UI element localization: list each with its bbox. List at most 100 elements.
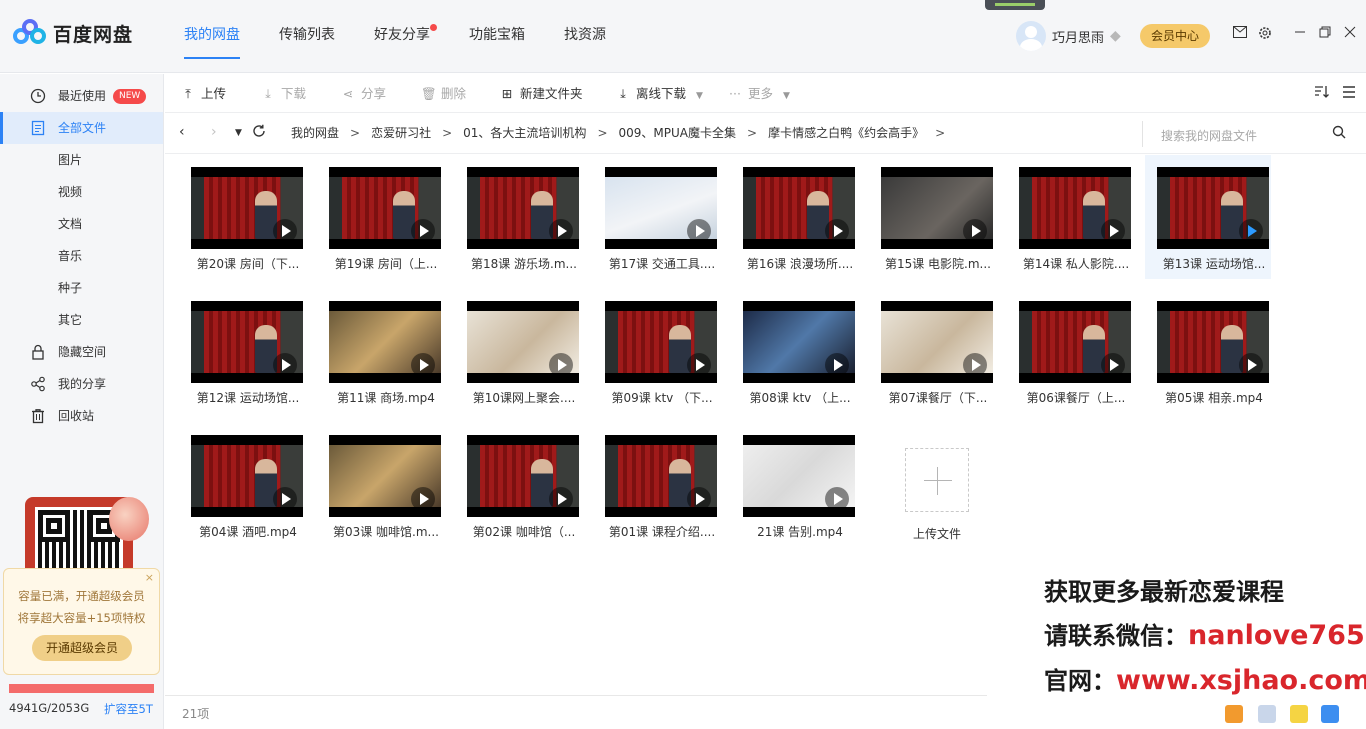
button-label: 新建文件夹 (520, 86, 583, 101)
file-item[interactable]: 第19课 房间（上... (317, 155, 443, 279)
tab-label: 我的网盘 (184, 27, 240, 43)
file-name: 第10课网上聚会.... (472, 391, 576, 405)
tab-transfer-list[interactable]: 传输列表 (279, 0, 335, 73)
video-thumbnail (1019, 167, 1131, 249)
file-item[interactable]: 第02课 咖啡馆（... (455, 423, 581, 547)
file-item[interactable]: 第09课 ktv （下... (593, 289, 719, 413)
breadcrumb-item[interactable]: 01、各大主流培训机构 (463, 126, 586, 140)
tab-toolbox[interactable]: 功能宝箱 (469, 0, 525, 73)
vip-center-button[interactable]: 会员中心 (1140, 24, 1210, 48)
close-icon[interactable]: × (145, 571, 154, 584)
file-item[interactable]: 第06课餐厅（上... (1007, 289, 1133, 413)
download-icon: ⤓ (265, 86, 271, 101)
file-item[interactable]: 第20课 房间（下... (179, 155, 305, 279)
file-name: 21课 告别.mp4 (757, 525, 843, 539)
file-item[interactable]: 第10课网上聚会.... (455, 289, 581, 413)
chevron-down-icon: ▼ (696, 91, 703, 101)
sidebar-item-label: 视频 (58, 185, 83, 199)
tab-my-netdisk[interactable]: 我的网盘 (184, 0, 240, 73)
file-item[interactable]: 第07课餐厅（下... (869, 289, 995, 413)
play-icon (1239, 219, 1263, 243)
file-item[interactable]: 第08课 ktv （上... (731, 289, 857, 413)
sidebar-item-recent[interactable]: 最近使用 NEW (0, 80, 163, 112)
app-logo: 百度网盘 (13, 18, 133, 48)
breadcrumb-item[interactable]: 摩卡情感之白鸭《约会高手》 (768, 126, 924, 140)
open-super-vip-button[interactable]: 开通超级会员 (32, 635, 132, 661)
sidebar-item-label: 图片 (58, 153, 83, 167)
share-button[interactable]: ⋖ 分享 (341, 74, 386, 113)
video-thumbnail (1019, 301, 1131, 383)
settings-gear-icon[interactable] (1257, 26, 1273, 42)
file-item[interactable]: 第11课 商场.mp4 (317, 289, 443, 413)
search-input[interactable]: 搜索我的网盘文件 (1142, 121, 1356, 147)
breadcrumb-separator: > (597, 126, 608, 140)
minimize-icon[interactable] (1292, 26, 1308, 42)
avatar[interactable] (1016, 21, 1046, 51)
top-navigation: 我的网盘 传输列表 好友分享 功能宝箱 找资源 (184, 0, 645, 73)
sidebar-item-other[interactable]: 其它 (0, 304, 163, 336)
file-item[interactable]: 第14课 私人影院.... (1007, 155, 1133, 279)
upload-button[interactable]: ⤒ 上传 (181, 74, 226, 113)
sidebar-item-documents[interactable]: 文档 (0, 208, 163, 240)
user-profile[interactable]: 巧月思雨 ◆ (1016, 21, 1126, 51)
video-thumbnail (743, 435, 855, 517)
watermark-text: 请联系微信： (1044, 622, 1188, 650)
tray-upload-icon[interactable] (1290, 705, 1308, 723)
file-item[interactable]: 第05课 相亲.mp4 (1145, 289, 1271, 413)
file-item[interactable]: 第18课 游乐场.m... (455, 155, 581, 279)
file-item[interactable]: 第04课 酒吧.mp4 (179, 423, 305, 547)
breadcrumb-item[interactable]: 我的网盘 (291, 126, 339, 140)
list-view-icon[interactable] (1342, 85, 1356, 103)
close-icon[interactable] (1342, 26, 1358, 42)
sidebar-item-videos[interactable]: 视频 (0, 176, 163, 208)
new-folder-button[interactable]: ⊞ 新建文件夹 (500, 74, 583, 113)
file-item[interactable]: 第15课 电影院.m... (869, 155, 995, 279)
video-thumbnail (1157, 167, 1269, 249)
file-item[interactable]: 21课 告别.mp4 (731, 423, 857, 547)
tab-find-resources[interactable]: 找资源 (564, 0, 606, 73)
download-button[interactable]: ⤓ 下载 (261, 74, 306, 113)
refresh-icon[interactable] (252, 124, 266, 142)
sidebar-item-recycle-bin[interactable]: 回收站 (0, 400, 163, 432)
history-dropdown-icon[interactable]: ▼ (235, 128, 242, 138)
floating-speed-widget[interactable] (985, 0, 1045, 10)
sidebar-item-my-shares[interactable]: 我的分享 (0, 368, 163, 400)
back-icon[interactable]: ‹ (179, 124, 185, 140)
tray-lock-icon[interactable] (1321, 705, 1339, 723)
share-icon (31, 376, 45, 392)
sidebar-item-music[interactable]: 音乐 (0, 240, 163, 272)
tray-apps-grid-icon[interactable] (1258, 705, 1276, 723)
breadcrumb-item[interactable]: 009、MPUA魔卡全集 (619, 126, 737, 140)
restore-icon[interactable] (1317, 26, 1333, 42)
sidebar-item-all-files[interactable]: 全部文件 (0, 112, 163, 144)
file-item[interactable]: 第17课 交通工具.... (593, 155, 719, 279)
file-item[interactable]: 第01课 课程介绍.... (593, 423, 719, 547)
file-name: 第15课 电影院.m... (884, 257, 992, 271)
delete-button[interactable]: 🗑 删除 (421, 74, 466, 113)
file-item[interactable]: 第12课 运动场馆... (179, 289, 305, 413)
more-button[interactable]: ··· 更多 ▼ (728, 74, 790, 113)
sidebar-item-hidden-space[interactable]: 隐藏空间 (0, 336, 163, 368)
video-thumbnail (743, 301, 855, 383)
offline-download-icon: ⤓ (620, 86, 626, 101)
button-label: 上传 (201, 86, 227, 101)
file-item[interactable]: 第16课 浪漫场所.... (731, 155, 857, 279)
tab-friend-share[interactable]: 好友分享 (374, 0, 437, 73)
offline-download-button[interactable]: ⤓ 离线下载 ▼ (616, 74, 703, 113)
sidebar-item-torrents[interactable]: 种子 (0, 272, 163, 304)
video-thumbnail (467, 167, 579, 249)
tab-label: 好友分享 (374, 27, 430, 43)
sidebar-item-images[interactable]: 图片 (0, 144, 163, 176)
sort-icon[interactable] (1314, 85, 1330, 103)
search-icon[interactable] (1332, 125, 1346, 143)
mail-icon[interactable] (1232, 26, 1248, 42)
breadcrumb-item[interactable]: 恋爱研习社 (371, 126, 431, 140)
file-item[interactable]: 第03课 咖啡馆.m... (317, 423, 443, 547)
file-item-hovered[interactable]: 第13课 运动场馆... (1145, 155, 1271, 279)
forward-icon[interactable]: › (211, 124, 217, 140)
file-name: 第16课 浪漫场所.... (746, 257, 854, 271)
sidebar-item-label: 音乐 (58, 249, 83, 263)
tray-app-icon[interactable] (1225, 705, 1243, 723)
upload-file-tile[interactable] (905, 448, 969, 512)
expand-storage-link[interactable]: 扩容至5T (104, 701, 153, 717)
